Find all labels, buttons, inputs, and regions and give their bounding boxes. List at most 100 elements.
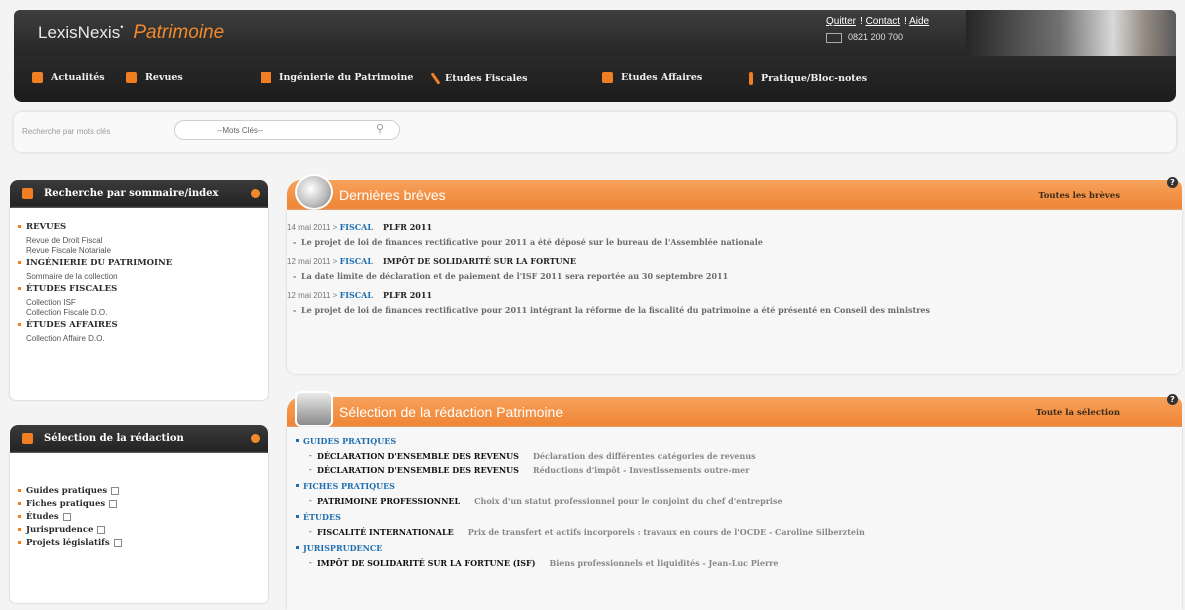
item-desc[interactable]: Réductions d'impôt - Investissements out… xyxy=(533,465,750,475)
expand-icon[interactable] xyxy=(113,538,122,547)
page: LexisNexis• Patrimoine Quitter! Contact! … xyxy=(0,0,1185,610)
nav-actualites[interactable]: Actualités xyxy=(32,72,105,83)
search-input[interactable]: --Mots Clés-- xyxy=(174,120,400,140)
top-links: Quitter! Contact! Aide xyxy=(826,16,930,27)
nav-ingenierie[interactable]: Ingénierie du Patrimoine xyxy=(261,72,413,83)
brief-item[interactable]: 14 mai 2011 > FISCAL PLFR 2011 Le projet … xyxy=(287,222,1182,247)
help-link[interactable]: Aide xyxy=(909,16,929,27)
section-etudes-fiscales[interactable]: ÉTUDES FISCALES xyxy=(18,284,268,294)
selection-panel-header: Sélection de la rédaction xyxy=(10,425,268,453)
category-guides-pratiques[interactable]: GUIDES PRATIQUES xyxy=(295,436,1182,446)
nav-revues[interactable]: Revues xyxy=(126,72,183,83)
brief-headline[interactable]: IMPÔT DE SOLIDARITÉ SUR LA FORTUNE xyxy=(383,256,576,266)
quit-link[interactable]: Quitter xyxy=(826,16,856,27)
brief-text: Le projet de loi de finances rectificati… xyxy=(287,237,1182,247)
ingenierie-icon xyxy=(261,72,271,83)
item-desc[interactable]: Biens professionnels et liquidités - Jea… xyxy=(549,558,778,568)
brief-item[interactable]: 12 mai 2011 > FISCAL IMPÔT DE SOLIDARITÉ … xyxy=(287,256,1182,281)
brief-category[interactable]: FISCAL xyxy=(340,222,373,232)
link-jurisprudence[interactable]: Jurisprudence xyxy=(18,524,268,537)
selection-toggle-icon[interactable] xyxy=(251,434,260,443)
brief-date: 14 mai 2011 > xyxy=(287,223,338,232)
sommaire-toggle-icon[interactable] xyxy=(251,189,260,198)
selection-item[interactable]: DÉCLARATION D'ENSEMBLE DES REVENUS Réduct… xyxy=(295,465,1182,475)
item-desc[interactable]: Déclaration des différentes catégories d… xyxy=(533,451,756,461)
sommaire-icon xyxy=(22,188,33,199)
section-revues[interactable]: REVUES xyxy=(18,222,268,232)
link-guides-pratiques[interactable]: Guides pratiques xyxy=(18,485,268,498)
nav-label: Actualités xyxy=(51,72,105,83)
link-collection-isf[interactable]: Collection ISF xyxy=(18,298,268,308)
sommaire-panel: REVUES Revue de Droit Fiscal Revue Fisca… xyxy=(10,208,268,400)
item-title[interactable]: DÉCLARATION D'ENSEMBLE DES REVENUS xyxy=(317,465,519,475)
globe-icon xyxy=(295,174,333,210)
brief-category[interactable]: FISCAL xyxy=(340,256,373,266)
link-etudes[interactable]: Études xyxy=(18,511,268,524)
item-title[interactable]: DÉCLARATION D'ENSEMBLE DES REVENUS xyxy=(317,451,519,461)
link-collection-affaire[interactable]: Collection Affaire D.O. xyxy=(18,334,268,344)
link-label: Projets législatifs xyxy=(26,538,110,548)
link-fiches-pratiques[interactable]: Fiches pratiques xyxy=(18,498,268,511)
brief-date: 12 mai 2011 > xyxy=(287,291,338,300)
link-revue-fiscale-notariale[interactable]: Revue Fiscale Notariale xyxy=(18,246,268,256)
logo[interactable]: LexisNexis• Patrimoine xyxy=(38,22,224,44)
brief-category[interactable]: FISCAL xyxy=(340,290,373,300)
search-icon[interactable]: ⚲ xyxy=(376,122,384,135)
selection-item[interactable]: DÉCLARATION D'ENSEMBLE DES REVENUS Déclar… xyxy=(295,451,1182,461)
category-fiches-pratiques[interactable]: FICHES PRATIQUES xyxy=(295,481,1182,491)
section-ingenierie[interactable]: INGÉNIERIE DU PATRIMOINE xyxy=(18,258,268,268)
all-breves-link[interactable]: Toutes les brèves xyxy=(1038,191,1120,201)
link-projets-legislatifs[interactable]: Projets législatifs xyxy=(18,537,268,550)
contact-link[interactable]: Contact xyxy=(866,16,900,27)
item-desc[interactable]: Choix d'un statut professionnel pour le … xyxy=(474,496,782,506)
category-etudes[interactable]: ÉTUDES xyxy=(295,512,1182,522)
nav-etudes-fiscales[interactable]: Etudes Fiscales xyxy=(430,72,528,85)
main-nav: Actualités Revues Ingénierie du Patrimoi… xyxy=(14,56,1176,102)
selection-item[interactable]: IMPÔT DE SOLIDARITÉ SUR LA FORTUNE (ISF)… xyxy=(295,558,1182,568)
phone-number: 0821 200 700 xyxy=(826,32,903,43)
selection-item[interactable]: FISCALITÉ INTERNATIONALE Prix de transfer… xyxy=(295,527,1182,537)
brand-name: Patrimoine xyxy=(133,22,225,43)
link-sommaire-collection[interactable]: Sommaire de la collection xyxy=(18,272,268,282)
brief-headline[interactable]: PLFR 2011 xyxy=(383,290,432,300)
selection-left-title: Sélection de la rédaction xyxy=(44,433,184,444)
selection-item[interactable]: PATRIMOINE PROFESSIONNEL Choix d'un statu… xyxy=(295,496,1182,506)
expand-icon[interactable] xyxy=(97,525,106,534)
item-title[interactable]: IMPÔT DE SOLIDARITÉ SUR LA FORTUNE (ISF) xyxy=(317,558,535,568)
expand-icon[interactable] xyxy=(62,512,71,521)
all-selection-link[interactable]: Toute la sélection xyxy=(1036,408,1120,418)
link-collection-fiscale[interactable]: Collection Fiscale D.O. xyxy=(18,308,268,318)
etudes-fiscales-icon xyxy=(430,72,441,85)
pratique-icon xyxy=(749,72,753,85)
expand-icon[interactable] xyxy=(109,499,118,508)
link-revue-droit-fiscal[interactable]: Revue de Droit Fiscal xyxy=(18,236,268,246)
selection-title: Sélection de la rédaction Patrimoine xyxy=(339,404,564,420)
item-title[interactable]: PATRIMOINE PROFESSIONNEL xyxy=(317,496,460,506)
nav-label: Etudes Affaires xyxy=(621,72,703,83)
nav-etudes-affaires[interactable]: Etudes Affaires xyxy=(602,72,702,83)
item-desc[interactable]: Prix de transfert et actifs incorporels … xyxy=(468,527,865,537)
logo-text: LexisNexis xyxy=(38,23,121,42)
nav-label: Etudes Fiscales xyxy=(445,73,528,84)
brief-text: La date limite de déclaration et de paie… xyxy=(287,271,1182,281)
search-bar: Recherche par mots clés --Mots Clés-- ⚲ xyxy=(14,112,1176,152)
section-etudes-affaires[interactable]: ÉTUDES AFFAIRES xyxy=(18,320,268,330)
breves-title: Dernières brèves xyxy=(339,187,446,203)
brief-headline[interactable]: PLFR 2011 xyxy=(383,222,432,232)
link-label: Guides pratiques xyxy=(26,486,108,496)
category-jurisprudence[interactable]: JURISPRUDENCE xyxy=(295,543,1182,553)
nav-label: Pratique/Bloc-notes xyxy=(761,73,868,84)
nav-pratique[interactable]: Pratique/Bloc-notes xyxy=(749,72,867,85)
brief-item[interactable]: 12 mai 2011 > FISCAL PLFR 2011 Le projet … xyxy=(287,290,1182,315)
folder-icon xyxy=(295,391,333,427)
expand-icon[interactable] xyxy=(111,486,120,495)
item-title[interactable]: FISCALITÉ INTERNATIONALE xyxy=(317,527,454,537)
search-label: Recherche par mots clés xyxy=(22,127,111,136)
link-label: Jurisprudence xyxy=(26,525,94,535)
sommaire-title: Recherche par sommaire/index xyxy=(44,188,219,199)
brief-date: 12 mai 2011 > xyxy=(287,257,338,266)
help-icon[interactable]: ? xyxy=(1167,177,1178,188)
phone-text: 0821 200 700 xyxy=(848,32,904,42)
help-icon[interactable]: ? xyxy=(1167,394,1178,405)
actualites-icon xyxy=(32,72,43,83)
